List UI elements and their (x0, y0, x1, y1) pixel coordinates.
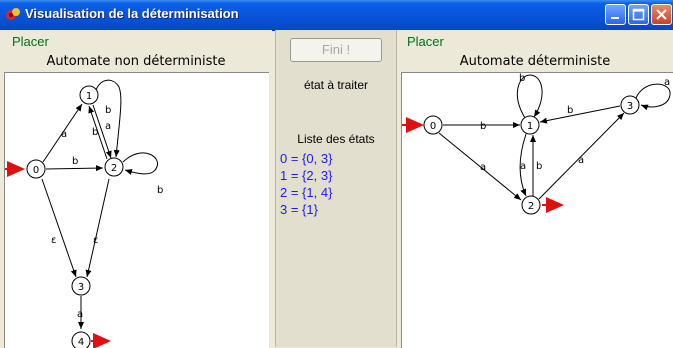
left-panel: Placer Automate non déterministe a b a b… (0, 30, 272, 348)
nfa-node-label: 4 (78, 337, 84, 348)
dfa-edge (539, 105, 621, 124)
nfa-edge-label: a (77, 309, 83, 320)
state-list: 0 = {0, 3} 1 = {2, 3} 2 = {1, 4} 3 = {1} (280, 150, 332, 218)
minimize-icon (611, 17, 619, 19)
dfa-edge-label: a (520, 161, 526, 172)
title-bar[interactable]: Visualisation de la déterminisation (0, 0, 673, 31)
nfa-edge (45, 165, 104, 172)
nfa-edge (41, 178, 77, 278)
state-list-title: Liste des états (297, 132, 375, 146)
nfa-node-label: 0 (33, 165, 39, 176)
dfa-node-label: 3 (627, 101, 633, 112)
dfa-node-label: 1 (527, 121, 533, 132)
placer-link-right[interactable]: Placer (407, 34, 444, 49)
nfa-node-label: 2 (111, 163, 117, 174)
state-list-item: 2 = {1, 4} (280, 185, 333, 200)
dfa-canvas[interactable]: b b b a a b a a 0 1 2 3 (401, 72, 673, 348)
dfa-node-label: 2 (528, 201, 534, 212)
fini-button[interactable]: Fini ! (290, 38, 382, 62)
right-panel: Placer Automate déterministe b b b a a b… (397, 30, 673, 348)
status-label: état à traiter (303, 78, 369, 92)
dfa-title: Automate déterministe (459, 54, 611, 69)
nfa-edge-label: a (61, 129, 67, 140)
maximize-icon (632, 8, 645, 21)
placer-link-left[interactable]: Placer (12, 34, 49, 49)
dfa-edge-label: b (519, 73, 525, 84)
maximize-button[interactable] (628, 4, 649, 25)
nfa-node-label: 3 (78, 282, 84, 293)
middle-panel: Fini ! état à traiter Liste des états 0 … (275, 30, 397, 347)
dfa-node-label: 0 (430, 121, 436, 132)
nfa-node[interactable]: 0 (26, 159, 46, 179)
dfa-edge-label: a (578, 155, 584, 166)
nfa-title: Automate non déterministe (46, 54, 226, 69)
dfa-edge-label: b (480, 121, 486, 132)
nfa-loop (122, 152, 158, 175)
dfa-edge-label: b (536, 161, 542, 172)
minimize-button[interactable] (605, 4, 626, 25)
dfa-node[interactable]: 1 (520, 115, 540, 135)
nfa-node[interactable]: 4 (71, 331, 91, 348)
nfa-edge-label: b (105, 105, 111, 116)
close-button[interactable] (651, 4, 672, 25)
nfa-edge (95, 79, 122, 158)
dfa-edge-label: b (567, 105, 573, 116)
dfa-graph: b b b a a b a a 0 1 2 3 (402, 73, 671, 215)
nfa-node[interactable]: 3 (71, 276, 91, 296)
nfa-edge-label: b (72, 156, 78, 167)
nfa-node[interactable]: 1 (79, 85, 99, 105)
dfa-node[interactable]: 2 (521, 195, 541, 215)
dfa-edge-label: a (480, 162, 486, 173)
window-title: Visualisation de la déterminisation (25, 6, 239, 21)
close-icon (656, 9, 667, 20)
nfa-edge-label: b (157, 185, 163, 196)
nfa-node-label: 1 (86, 91, 92, 102)
state-list-item: 3 = {1} (280, 202, 318, 217)
nfa-graph: a b a b b ε ε a 0 1 2 3 4 b (5, 79, 163, 348)
nfa-canvas[interactable]: a b a b b ε ε a 0 1 2 3 4 b (4, 72, 269, 348)
state-list-item: 0 = {0, 3} (280, 151, 333, 166)
nfa-node[interactable]: 2 (104, 157, 124, 177)
app-icon (6, 8, 20, 20)
nfa-edge (85, 178, 110, 278)
state-list-item: 1 = {2, 3} (280, 168, 333, 183)
nfa-edge-label: b (92, 127, 98, 138)
nfa-edge-label: a (105, 121, 111, 132)
dfa-node[interactable]: 0 (423, 115, 443, 135)
nfa-edge-label: ε (93, 235, 98, 246)
dfa-node[interactable]: 3 (620, 95, 640, 115)
dfa-edge-label: a (664, 77, 670, 88)
nfa-edge-label: ε (51, 235, 56, 246)
